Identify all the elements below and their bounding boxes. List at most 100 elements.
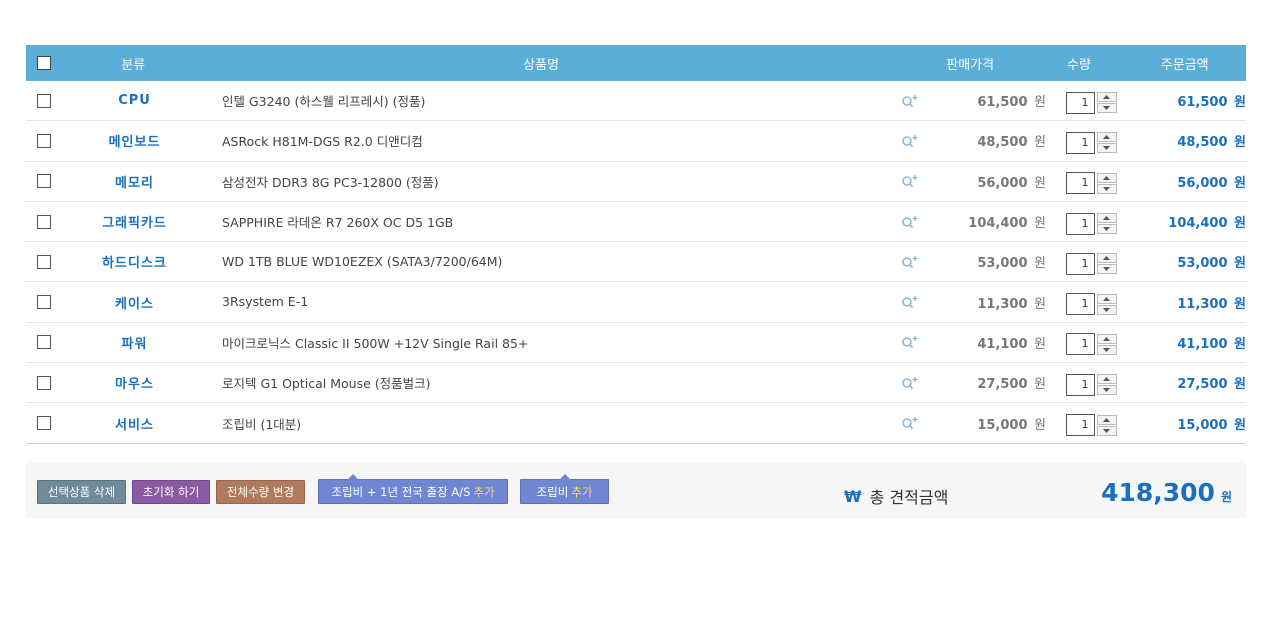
quantity-stepper[interactable]: 1 — [1065, 414, 1117, 437]
cart-footer: 선택상품 삭제 초기화 하기 전체수량 변경 조립비 + 1년 전국 출장 A/… — [26, 462, 1246, 518]
change-all-qty-label: 전체수량 변경 — [226, 485, 295, 499]
qty-up-button[interactable] — [1096, 92, 1117, 103]
quantity-stepper[interactable]: 1 — [1065, 131, 1117, 154]
delete-selected-button[interactable]: 선택상품 삭제 — [37, 480, 126, 504]
row-price: 11,300 원 — [977, 297, 1046, 312]
qty-up-button[interactable] — [1096, 172, 1117, 183]
quantity-stepper[interactable]: 1 — [1065, 172, 1117, 195]
quantity-stepper[interactable]: 1 — [1065, 91, 1117, 114]
quantity-stepper[interactable]: 1 — [1065, 333, 1117, 356]
qty-down-button[interactable] — [1096, 385, 1117, 396]
total-unit: 원 — [1220, 490, 1232, 504]
arrow-down-icon — [1103, 106, 1110, 111]
change-all-qty-button[interactable]: 전체수량 변경 — [216, 480, 305, 504]
row-category: 서비스 — [115, 417, 154, 433]
select-all-checkbox[interactable] — [36, 56, 51, 70]
reset-button[interactable]: 초기화 하기 — [132, 480, 210, 504]
zoom-plus-icon[interactable] — [901, 416, 919, 430]
arrow-down-icon — [1103, 267, 1110, 272]
row-category: 메모리 — [115, 175, 154, 191]
zoom-plus-icon[interactable] — [901, 295, 919, 309]
qty-up-button[interactable] — [1096, 132, 1117, 143]
row-checkbox[interactable] — [37, 295, 51, 310]
row-total-unit: 원 — [1234, 377, 1246, 393]
row-price: 56,000 원 — [977, 176, 1046, 191]
qty-down-button[interactable] — [1096, 304, 1117, 315]
arrow-up-icon — [1103, 95, 1110, 100]
quantity-input[interactable]: 1 — [1065, 333, 1095, 356]
row-price-value: 27,500 — [977, 377, 1028, 393]
row-total-unit: 원 — [1234, 95, 1246, 111]
arrow-down-icon — [1103, 307, 1110, 312]
row-checkbox[interactable] — [37, 335, 51, 350]
row-total-unit: 원 — [1234, 296, 1246, 312]
qty-down-button[interactable] — [1096, 425, 1117, 436]
row-checkbox[interactable] — [37, 133, 51, 148]
row-checkbox[interactable] — [37, 174, 51, 189]
row-category: 케이스 — [115, 296, 154, 312]
arrow-down-icon — [1103, 146, 1110, 151]
zoom-plus-icon[interactable] — [901, 255, 919, 269]
qty-up-button[interactable] — [1096, 414, 1117, 425]
row-category: 파워 — [121, 336, 148, 352]
add-assembly-as-button[interactable]: 조립비 + 1년 전국 출장 A/S 추가 — [318, 474, 508, 504]
row-checkbox[interactable] — [37, 214, 51, 229]
zoom-plus-icon[interactable] — [901, 94, 919, 108]
table-row: 메인보드 ASRock H81M-DGS R2.0 디앤디컴 48,500 원 … — [26, 121, 1246, 162]
header-product-name: 상품명 — [523, 57, 560, 73]
quantity-input[interactable]: 1 — [1065, 373, 1095, 396]
arrow-down-icon — [1103, 388, 1110, 393]
row-checkbox[interactable] — [37, 93, 51, 108]
qty-down-button[interactable] — [1096, 224, 1117, 235]
arrow-up-icon — [1103, 216, 1110, 221]
row-price-value: 61,500 — [977, 95, 1028, 111]
arrow-up-icon — [1103, 417, 1110, 422]
quantity-input[interactable]: 1 — [1065, 131, 1095, 154]
row-total-value: 15,000 — [1177, 417, 1228, 433]
qty-down-button[interactable] — [1096, 143, 1117, 154]
quantity-input[interactable]: 1 — [1065, 172, 1095, 195]
qty-up-button[interactable] — [1096, 253, 1117, 264]
quantity-stepper[interactable]: 1 — [1065, 373, 1117, 396]
row-checkbox[interactable] — [37, 375, 51, 390]
quantity-stepper[interactable]: 1 — [1065, 212, 1117, 235]
zoom-plus-icon[interactable] — [901, 174, 919, 188]
zoom-plus-icon[interactable] — [901, 134, 919, 148]
quantity-input[interactable]: 1 — [1065, 252, 1095, 275]
row-price-unit: 원 — [1034, 95, 1046, 111]
qty-down-button[interactable] — [1096, 344, 1117, 355]
row-checkbox[interactable] — [37, 254, 51, 269]
quantity-input[interactable]: 1 — [1065, 293, 1095, 316]
row-price: 53,000 원 — [977, 256, 1046, 271]
qty-up-button[interactable] — [1096, 293, 1117, 304]
qty-up-button[interactable] — [1096, 333, 1117, 344]
qty-down-button[interactable] — [1096, 103, 1117, 114]
add-word-highlight: 추가 — [473, 484, 495, 499]
table-header: 분류 상품명 판매가격 수량 주문금액 — [26, 45, 1246, 81]
quantity-input[interactable]: 1 — [1065, 212, 1095, 235]
zoom-plus-icon[interactable] — [901, 376, 919, 390]
row-category: 그래픽카드 — [102, 216, 167, 232]
row-price-unit: 원 — [1034, 377, 1046, 393]
arrow-up-icon — [1103, 377, 1110, 382]
qty-up-button[interactable] — [1096, 374, 1117, 385]
row-total: 53,000 원 — [1177, 256, 1246, 271]
row-product-name: 인텔 G3240 (하스웰 리프레시) (정품) — [222, 94, 426, 110]
table-row: 메모리 삼성전자 DDR3 8G PC3-12800 (정품) 56,000 원… — [26, 162, 1246, 202]
header-total: 주문금액 — [1160, 57, 1209, 73]
row-price-value: 56,000 — [977, 175, 1028, 191]
total-label-text: 총 견적금액 — [869, 488, 949, 507]
total-estimate-label: ₩ 총 견적금액 — [844, 484, 948, 508]
quantity-input[interactable]: 1 — [1065, 414, 1095, 437]
qty-down-button[interactable] — [1096, 183, 1117, 194]
quantity-stepper[interactable]: 1 — [1065, 252, 1117, 275]
add-assembly-button[interactable]: 조립비 추가 — [520, 474, 609, 504]
qty-down-button[interactable] — [1096, 264, 1117, 275]
zoom-plus-icon[interactable] — [901, 215, 919, 229]
zoom-plus-icon[interactable] — [901, 335, 919, 349]
row-product-name: WD 1TB BLUE WD10EZEX (SATA3/7200/64M) — [222, 253, 503, 269]
qty-up-button[interactable] — [1096, 213, 1117, 224]
quantity-input[interactable]: 1 — [1065, 91, 1095, 114]
row-checkbox[interactable] — [37, 416, 51, 431]
quantity-stepper[interactable]: 1 — [1065, 293, 1117, 316]
